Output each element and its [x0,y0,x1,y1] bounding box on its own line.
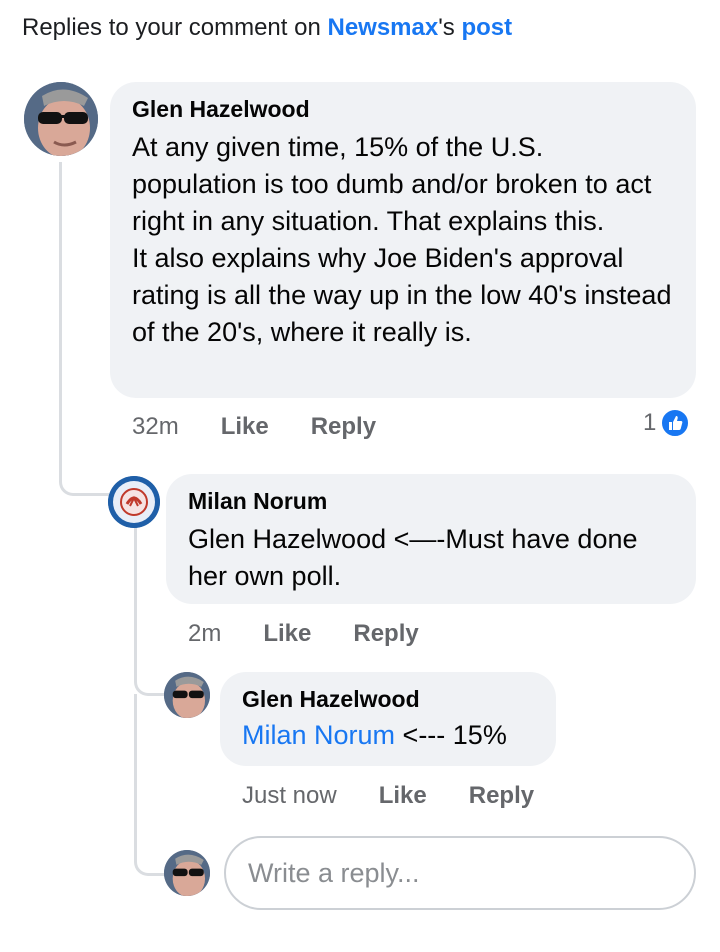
comment-bubble-2: Milan Norum Glen Hazelwood <—-Must have … [166,474,696,604]
like-button[interactable]: Like [263,620,311,648]
comment-text: Glen Hazelwood <—-Must have done her own… [188,524,646,591]
reaction-summary[interactable]: 1 [643,408,691,438]
like-button[interactable]: Like [221,413,269,441]
thread-connector-1 [59,470,109,496]
header-possessive: 's [438,14,462,41]
reply-input[interactable] [248,857,694,889]
profile-photo-icon [164,672,210,718]
reply-button[interactable]: Reply [353,620,418,648]
comment-bubble-3: Glen Hazelwood Milan Norum <--- 15% [220,672,556,766]
like-button[interactable]: Like [379,782,427,810]
comment-author[interactable]: Glen Hazelwood [132,96,672,123]
avatar-glen-hazelwood[interactable] [24,82,98,156]
comment-timestamp[interactable]: 32m [132,413,179,441]
comment-timestamp[interactable]: 2m [188,620,221,648]
reply-input-container[interactable] [224,836,696,910]
comment-author[interactable]: Glen Hazelwood [242,686,532,713]
mention-link[interactable]: Milan Norum [242,720,395,750]
comment-body: <--- 15% [395,720,507,750]
header-prefix: Replies to your comment on [22,14,328,41]
avatar-glen-hazelwood-small[interactable] [164,672,210,718]
thread-line-nested [134,524,137,674]
profile-photo-icon [24,82,98,156]
comment-actions-3: Just now Like Reply [242,782,576,810]
comment-text: Milan Norum <--- 15% [242,717,532,754]
comment-actions-2: 2m Like Reply [188,620,461,648]
avatar-current-user [164,850,210,896]
avatar-milan-norum[interactable] [108,476,160,528]
reaction-count: 1 [643,409,657,436]
reply-button[interactable]: Reply [469,782,534,810]
post-link[interactable]: post [461,14,512,41]
thread-line-main [59,162,62,472]
profile-badge-icon [108,476,160,528]
comment-author[interactable]: Milan Norum [188,488,672,515]
thumbs-up-icon [660,408,691,438]
comment-actions-1: 32m Like Reply [132,413,418,441]
comment-bubble-1: Glen Hazelwood At any given time, 15% of… [110,82,696,398]
thread-connector-2 [134,670,164,696]
profile-photo-icon [164,850,210,896]
reply-button[interactable]: Reply [311,413,376,441]
thread-connector-3 [134,850,164,876]
page-name-link[interactable]: Newsmax [327,14,438,41]
notification-header: Replies to your comment on Newsmax's pos… [22,14,512,42]
thread-line-nested-2 [134,694,137,854]
comment-timestamp[interactable]: Just now [242,782,337,810]
comment-text: At any given time, 15% of the U.S. popul… [132,132,672,347]
